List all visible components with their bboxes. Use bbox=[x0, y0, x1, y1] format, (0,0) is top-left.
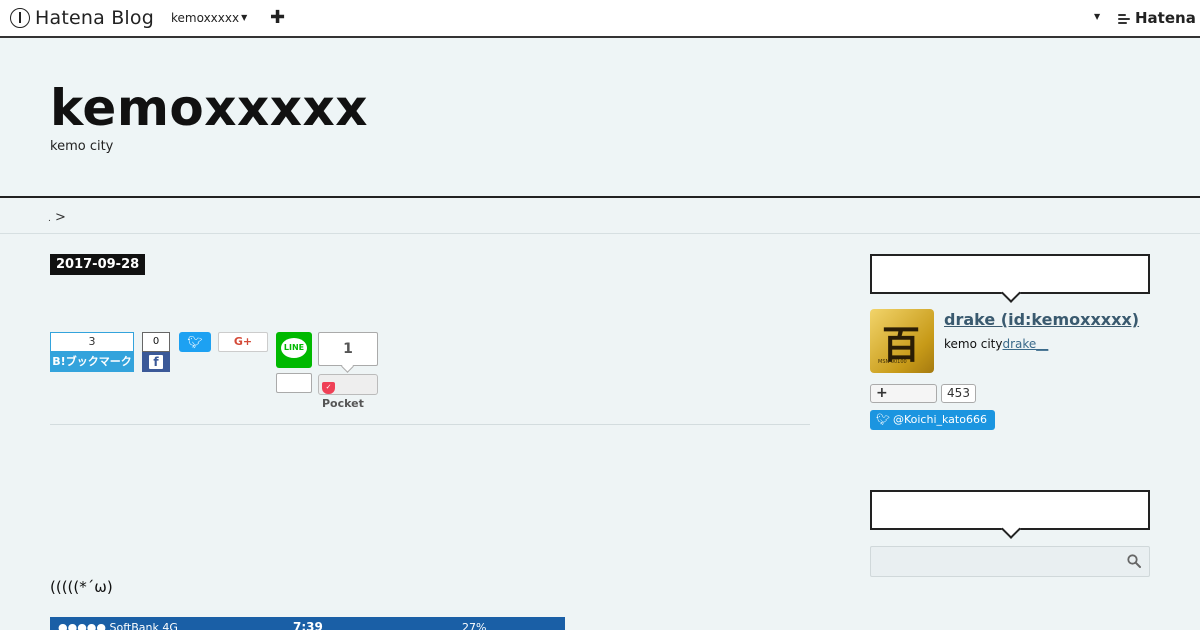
new-post-button[interactable]: ✚ bbox=[270, 7, 285, 28]
line-count bbox=[276, 373, 312, 393]
pocket-label: Pocket bbox=[322, 397, 364, 410]
googleplus-share-button[interactable]: G+ bbox=[218, 332, 268, 352]
twitter-icon: 🐦︎ bbox=[876, 413, 890, 426]
facebook-count: 0 bbox=[142, 332, 170, 352]
search-input[interactable] bbox=[871, 547, 1111, 576]
user-menu-toggle[interactable]: ▼ bbox=[1094, 12, 1100, 21]
hatena-label: Hatena bbox=[1135, 9, 1196, 27]
logo-text: Hatena Blog bbox=[35, 7, 154, 29]
global-header: Hatena Blog kemoxxxxx ▼ ✚ ▼ Hatena bbox=[0, 0, 1200, 38]
blog-header: kemoxxxxx kemo city bbox=[0, 38, 1200, 198]
hatena-icon bbox=[1118, 13, 1132, 24]
chevron-down-icon: ▼ bbox=[1094, 12, 1101, 21]
profile-description: kemo citydrake__ bbox=[944, 337, 1048, 351]
image-battery-text: 27% bbox=[462, 621, 487, 630]
search-module-title bbox=[870, 490, 1150, 530]
facebook-share-button[interactable]: 0 f bbox=[142, 332, 170, 372]
twitter-share-button[interactable]: 🐦︎ bbox=[179, 332, 211, 352]
pocket-icon: ✓ bbox=[322, 382, 335, 394]
twitter-handle: @Koichi_kato666 bbox=[892, 413, 987, 426]
hatena-blog-logo[interactable]: Hatena Blog bbox=[10, 7, 154, 29]
profile-name-link[interactable]: drake (id:kemoxxxxx) bbox=[944, 310, 1139, 329]
search-box bbox=[870, 546, 1150, 577]
breadcrumb-home[interactable]: . > bbox=[48, 210, 66, 225]
follow-button[interactable]: + bbox=[870, 384, 937, 403]
entry-date[interactable]: 2017-09-28 bbox=[50, 254, 146, 275]
profile-description-text: kemo city bbox=[944, 337, 1003, 351]
pocket-button[interactable]: ✓ Pocket bbox=[318, 374, 378, 410]
plus-icon: ✚ bbox=[270, 7, 286, 28]
blog-selector[interactable]: kemoxxxxx ▼ bbox=[171, 11, 247, 25]
profile-description-link[interactable]: drake__ bbox=[1003, 337, 1049, 351]
blog-description: kemo city bbox=[50, 139, 114, 154]
entry-divider bbox=[50, 424, 810, 425]
profile-avatar[interactable]: 百 MSN·00100 bbox=[870, 309, 934, 373]
hatena-bookmark-label: B!ブックマーク bbox=[50, 352, 134, 372]
hatena-blog-logo-icon bbox=[10, 8, 30, 28]
googleplus-label: G+ bbox=[233, 335, 253, 348]
hatena-link[interactable]: Hatena bbox=[1118, 9, 1196, 27]
hatena-bookmark-count: 3 bbox=[50, 332, 134, 352]
blog-selector-label: kemoxxxxx bbox=[171, 11, 240, 25]
profile-module-title bbox=[870, 254, 1150, 294]
facebook-icon: f bbox=[149, 355, 163, 369]
line-icon: LINE bbox=[281, 338, 307, 358]
twitter-follow-button[interactable]: 🐦︎ @Koichi_kato666 bbox=[870, 410, 995, 430]
pocket-count: 1 bbox=[318, 332, 378, 366]
line-share-button[interactable]: LINE bbox=[276, 332, 312, 368]
follower-count: 453 bbox=[941, 384, 976, 403]
hatena-bookmark-button[interactable]: 3 B!ブックマーク bbox=[50, 332, 134, 372]
entry-screenshot-image: ●●●●● SoftBank 4G 7:39 27% bbox=[50, 617, 565, 630]
chevron-down-icon: ▼ bbox=[241, 13, 248, 22]
plus-icon: + bbox=[876, 385, 888, 401]
blog-title[interactable]: kemoxxxxx bbox=[50, 79, 368, 137]
image-time-text: 7:39 bbox=[293, 620, 323, 630]
search-icon[interactable] bbox=[1127, 554, 1141, 568]
entry-body-text: (((((*´ω) bbox=[50, 578, 113, 596]
avatar-caption: MSN·00100 bbox=[878, 359, 907, 365]
breadcrumb-separator: > bbox=[55, 210, 66, 225]
image-carrier-text: ●●●●● SoftBank 4G bbox=[58, 621, 178, 630]
twitter-icon: 🐦︎ bbox=[187, 335, 203, 349]
breadcrumb-home-marker: . bbox=[48, 214, 51, 224]
breadcrumb: . > bbox=[0, 198, 1200, 234]
